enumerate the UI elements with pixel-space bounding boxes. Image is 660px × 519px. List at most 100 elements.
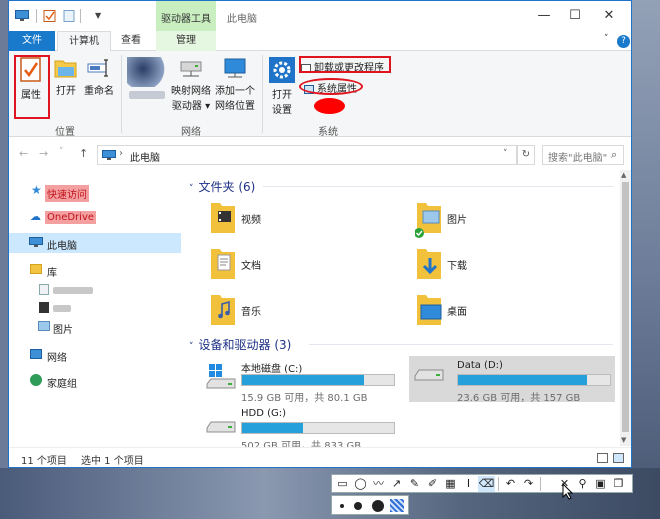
computer-icon[interactable] (15, 10, 29, 22)
nav-item-network[interactable]: 网络 (9, 345, 181, 365)
help-icon[interactable]: ? (617, 35, 630, 48)
context-tab-label: 驱动器工具 (161, 14, 211, 25)
refresh-button[interactable]: ↻ (517, 145, 535, 165)
open-button[interactable]: 打开 (53, 57, 79, 97)
polyline-tool-icon[interactable]: 〰 (370, 476, 387, 492)
navigation-pane: ★ 快速访问 ☁ OneDrive 此电脑 库 图片 网络 家庭组 (9, 170, 181, 446)
vertical-scrollbar[interactable]: ▲ ▼ (620, 170, 631, 446)
open-settings-line2: 设置 (272, 105, 292, 116)
arrow-tool-icon[interactable]: ↗ (388, 476, 405, 492)
search-input[interactable]: 搜索"此电脑" ⌕ (542, 145, 624, 165)
open-settings-button[interactable]: 打开 设置 (267, 57, 297, 116)
folder-name: 视频 (241, 215, 261, 226)
address-bar[interactable]: › 此电脑 ˅ (97, 145, 517, 165)
scroll-down-icon[interactable]: ▼ (621, 436, 626, 444)
tab-view[interactable]: 查看 (113, 31, 149, 51)
nav-item-blurred-1[interactable] (9, 280, 181, 300)
chevron-down-icon: ˅ (189, 184, 194, 194)
open-settings-line1: 打开 (272, 90, 292, 101)
desktop-background-right (632, 0, 660, 468)
folders-header-label: 文件夹 (6) (198, 180, 256, 194)
nav-item-quick-access[interactable]: ★ 快速访问 (9, 181, 181, 202)
nav-item-pictures[interactable]: 图片 (9, 317, 181, 337)
drive-usage-fill (242, 423, 303, 433)
maximize-button[interactable]: ☐ (560, 6, 590, 26)
tab-manage[interactable]: 管理 (156, 31, 216, 51)
drives-section-header[interactable]: ˅ 设备和驱动器 (3) (189, 336, 291, 353)
ellipse-tool-icon[interactable]: ◯ (352, 476, 369, 492)
folder-tile-videos[interactable]: 视频 (205, 196, 395, 240)
eraser-tool-icon[interactable]: ⌫ (478, 476, 495, 492)
drive-tile-g[interactable]: HDD (G:) 502 GB 可用，共 833 GB (201, 404, 407, 452)
location-group-label: 位置 (55, 127, 75, 138)
tab-computer[interactable]: 计算机 (57, 31, 111, 52)
fill-pattern-icon[interactable] (390, 499, 404, 512)
add-network-location-button[interactable]: 添加一个 网络位置 (213, 57, 257, 112)
details-view-icon[interactable] (597, 453, 608, 463)
stroke-small-icon[interactable] (340, 504, 344, 508)
system-group-label: 系统 (318, 127, 338, 138)
forward-arrow-icon[interactable]: → (39, 147, 48, 160)
marker-tool-icon[interactable]: ✐ (424, 476, 441, 492)
rectangle-tool-icon[interactable]: ▭ (334, 476, 351, 492)
address-path: 此电脑 (130, 153, 160, 164)
drive-info: 15.9 GB 可用，共 80.1 GB (241, 393, 368, 404)
drive-name: HDD (G:) (241, 408, 287, 419)
red-annotation-rectangle-uninstall (299, 56, 391, 73)
copy-icon[interactable]: ❐ (610, 476, 627, 492)
this-pc-nav-icon (29, 237, 43, 247)
folder-tile-desktop[interactable]: 桌面 (411, 288, 601, 332)
map-network-drive-button[interactable]: 映射网络 驱动器 ▾ (171, 57, 211, 112)
save-icon[interactable]: ▣ (592, 476, 609, 492)
folder-tile-pictures[interactable]: 图片 (411, 196, 601, 240)
folder-tile-downloads[interactable]: 下载 (411, 242, 601, 286)
nav-item-libraries[interactable]: 库 (9, 260, 181, 280)
text-tool-icon[interactable]: I (460, 476, 477, 492)
scrollbar-thumb[interactable] (622, 182, 629, 432)
collapse-ribbon-icon[interactable]: ˅ (604, 34, 609, 44)
pen-tool-icon[interactable]: ✎ (406, 476, 423, 492)
pin-icon[interactable]: ⚲ (574, 476, 591, 492)
quick-access-label: 快速访问 (45, 185, 89, 202)
large-icons-view-icon[interactable] (613, 453, 624, 463)
rename-label: 重命名 (84, 86, 114, 97)
stroke-large-icon[interactable] (372, 500, 384, 512)
back-arrow-icon[interactable]: ← (19, 147, 28, 160)
scroll-up-icon[interactable]: ▲ (621, 171, 626, 179)
nav-item-onedrive[interactable]: ☁ OneDrive (9, 207, 181, 227)
libraries-label: 库 (47, 268, 57, 279)
folder-name: 图片 (447, 215, 467, 226)
new-folder-quick-icon[interactable] (63, 10, 77, 22)
stroke-medium-icon[interactable] (354, 502, 362, 510)
address-dropdown-icon[interactable]: ˅ (503, 149, 508, 159)
tab-file[interactable]: 文件 (9, 31, 55, 51)
drive-tile-d[interactable]: Data (D:) 23.6 GB 可用，共 157 GB (409, 356, 615, 404)
undo-icon[interactable]: ↶ (502, 476, 519, 492)
minimize-button[interactable]: — (529, 6, 559, 26)
drive-usage-bar (457, 374, 611, 386)
nav-item-this-pc[interactable]: 此电脑 (9, 233, 181, 253)
folders-section-header[interactable]: ˅ 文件夹 (6) (189, 178, 255, 195)
folder-tile-documents[interactable]: 文档 (205, 242, 395, 286)
folder-name: 下载 (447, 261, 467, 272)
libraries-icon (30, 264, 42, 274)
toolbar-separator (540, 477, 541, 491)
this-pc-label: 此电脑 (47, 241, 77, 252)
close-button[interactable]: ✕ (594, 6, 624, 26)
nav-item-blurred-2[interactable] (9, 298, 181, 318)
toolbar-separator (498, 477, 499, 491)
drive-tile-c[interactable]: 本地磁盘 (C:) 15.9 GB 可用，共 80.1 GB (201, 356, 407, 404)
pictures-folder-icon (415, 203, 441, 238)
properties-quick-icon[interactable] (43, 10, 57, 22)
nav-item-homegroup[interactable]: 家庭组 (9, 371, 181, 391)
up-arrow-icon[interactable]: ↑ (79, 147, 88, 160)
rename-button[interactable]: 重命名 (83, 57, 115, 97)
recent-locations-icon[interactable]: ˅ (59, 147, 64, 157)
customize-quick-access-icon[interactable]: ▼ (95, 11, 101, 20)
folder-tile-music[interactable]: 音乐 (205, 288, 395, 332)
window-title: 此电脑 (227, 14, 257, 25)
titlebar-separator (36, 9, 37, 23)
mosaic-tool-icon[interactable]: ▦ (442, 476, 459, 492)
homegroup-label: 家庭组 (47, 379, 77, 390)
redo-icon[interactable]: ↷ (520, 476, 537, 492)
